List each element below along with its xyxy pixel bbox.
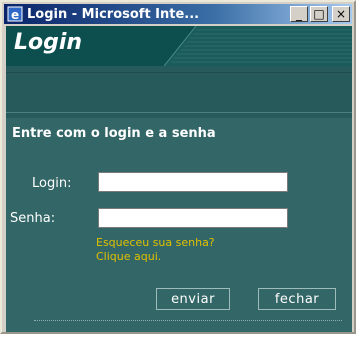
header-band	[6, 66, 352, 118]
login-label: Login:	[32, 176, 72, 191]
submit-button[interactable]: enviar	[156, 288, 230, 310]
browser-window: e Login - Microsoft Inte... _ □ × Login	[0, 0, 356, 334]
header-decoration	[163, 26, 352, 66]
form-subtitle: Entre com o login e a senha	[12, 126, 216, 141]
forgot-password-link[interactable]: Clique aqui.	[96, 250, 161, 264]
page-header: Login	[6, 26, 352, 66]
internet-explorer-icon: e	[7, 6, 23, 22]
login-panel: Login Entre com o login e a senha Login:…	[6, 26, 352, 332]
password-input[interactable]	[98, 208, 288, 228]
window-title: Login - Microsoft Inte...	[27, 6, 200, 22]
forgot-password-text: Esqueceu sua senha?	[96, 236, 215, 249]
password-label: Senha:	[10, 211, 56, 226]
close-form-button[interactable]: fechar	[258, 288, 336, 310]
login-input[interactable]	[98, 172, 288, 192]
minimize-button[interactable]: _	[290, 6, 308, 22]
footer-divider	[34, 320, 342, 321]
band-divider	[6, 112, 352, 113]
close-button[interactable]: ×	[332, 6, 350, 22]
band-divider	[6, 72, 352, 73]
maximize-button[interactable]: □	[310, 6, 328, 22]
svg-text:e: e	[11, 8, 19, 22]
title-bar[interactable]: e Login - Microsoft Inte... _ □ ×	[4, 4, 352, 24]
page-title: Login	[14, 30, 83, 55]
